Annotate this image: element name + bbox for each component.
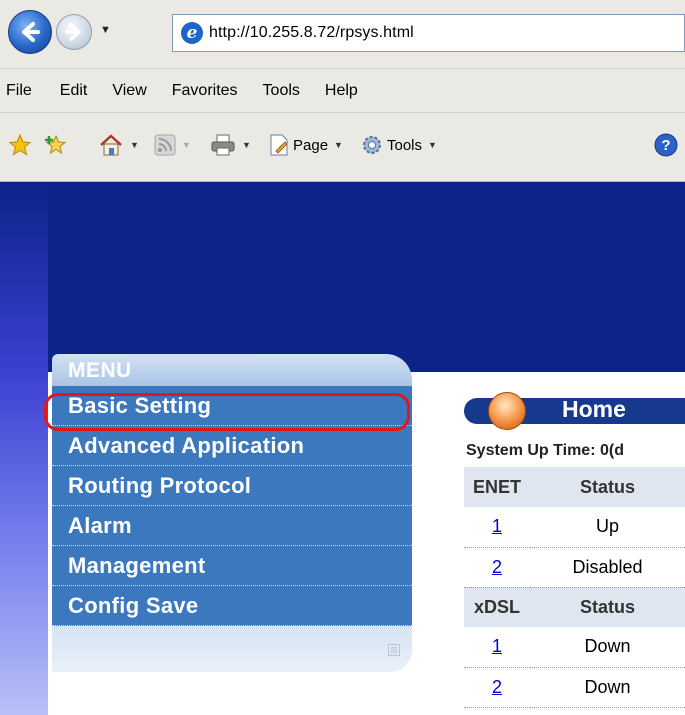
feeds-button[interactable]: ▼: [154, 133, 191, 157]
address-url: http://10.255.8.72/rpsys.html: [209, 24, 414, 41]
home-button[interactable]: ▼: [98, 133, 139, 157]
menu-edit[interactable]: Edit: [60, 82, 88, 100]
recent-pages-dropdown[interactable]: ▼: [100, 24, 111, 36]
system-uptime-text: System Up Time: 0(d: [466, 442, 624, 459]
chevron-down-icon[interactable]: ▼: [130, 140, 139, 150]
port-cell: 1: [464, 507, 530, 548]
add-favorite-icon: [45, 134, 67, 155]
menu-header: MENU: [52, 354, 412, 386]
menu-file[interactable]: File: [6, 82, 32, 100]
status-cell: Up: [530, 507, 685, 548]
star-icon: [8, 133, 32, 156]
help-icon: ?: [654, 133, 678, 157]
forward-button[interactable]: [56, 14, 92, 50]
column-header: xDSL: [464, 587, 530, 627]
menu-header-label: MENU: [68, 359, 132, 382]
browser-address-bar-row: ▼ e http://10.255.8.72/rpsys.html: [0, 0, 685, 68]
table-row: 2 Disabled: [464, 547, 685, 588]
side-menu-item-alarm[interactable]: Alarm: [52, 506, 412, 546]
side-menu-item-config-save[interactable]: Config Save: [52, 586, 412, 626]
home-title: Home: [562, 396, 626, 422]
port-cell: 1: [464, 627, 530, 668]
menu-favorites[interactable]: Favorites: [172, 82, 238, 100]
port-link[interactable]: 2: [492, 557, 502, 577]
help-button[interactable]: ?: [654, 133, 678, 157]
side-menu-item-routing-protocol[interactable]: Routing Protocol: [52, 466, 412, 506]
side-menu-item-management[interactable]: Management: [52, 546, 412, 586]
chevron-down-icon[interactable]: ▼: [428, 140, 437, 150]
column-header: Status: [530, 467, 685, 507]
column-header: Status: [530, 587, 685, 627]
orange-orb-icon: [488, 392, 526, 430]
status-cell: Disabled: [530, 547, 685, 588]
enet-status-table: ENET Status 1 Up 2 Disabled xDSL Status …: [464, 467, 685, 708]
menu-help[interactable]: Help: [325, 82, 358, 100]
menu-tools[interactable]: Tools: [263, 82, 300, 100]
port-cell: 2: [464, 547, 530, 588]
print-button[interactable]: ▼: [210, 133, 251, 157]
gear-icon: [363, 136, 381, 154]
tools-menu-button[interactable]: Tools ▼: [360, 133, 437, 157]
port-link[interactable]: 1: [492, 516, 502, 536]
printer-icon: [211, 134, 235, 156]
status-cell: Down: [530, 627, 685, 668]
back-button[interactable]: [8, 10, 52, 54]
tools-menu-label: Tools: [387, 136, 423, 154]
page-banner: [0, 182, 685, 372]
table-row: 1 Down: [464, 627, 685, 668]
menu-view[interactable]: View: [112, 82, 146, 100]
browser-menu-bar: File Edit View Favorites Tools Help: [0, 68, 685, 112]
svg-text:?: ?: [661, 137, 670, 154]
chevron-down-icon[interactable]: ▼: [334, 140, 343, 150]
table-row: 2 Down: [464, 667, 685, 708]
web-page: MENU Basic Setting Advanced Application …: [0, 182, 685, 715]
left-gradient-bar: [0, 182, 48, 715]
table-header-row: xDSL Status: [464, 587, 685, 627]
resize-grip-icon: ⊠: [388, 644, 400, 656]
page-menu-button[interactable]: Page ▼: [268, 133, 343, 157]
port-link[interactable]: 1: [492, 636, 502, 656]
house-icon: [100, 134, 122, 156]
browser-command-bar: ▼ ▼ ▼ Page ▼ Tools ▼ ?: [0, 112, 685, 182]
side-menu-item-advanced-application[interactable]: Advanced Application: [52, 426, 412, 466]
page-icon: [270, 134, 288, 156]
add-favorite-button[interactable]: [44, 133, 68, 157]
chevron-down-icon[interactable]: ▼: [182, 140, 191, 150]
address-field[interactable]: e http://10.255.8.72/rpsys.html: [172, 14, 685, 52]
port-link[interactable]: 2: [492, 677, 502, 697]
chevron-down-icon[interactable]: ▼: [242, 140, 251, 150]
menu-footer: ⊠: [52, 626, 412, 672]
favorites-star-button[interactable]: [8, 133, 32, 157]
table-header-row: ENET Status: [464, 467, 685, 507]
table-row: 1 Up: [464, 507, 685, 548]
arrow-left-icon: [22, 22, 40, 42]
highlight-ring-basic-setting: [44, 393, 410, 431]
status-cell: Down: [530, 667, 685, 708]
port-cell: 2: [464, 667, 530, 708]
page-menu-label: Page: [293, 136, 329, 154]
rss-feed-icon: [154, 134, 176, 156]
ie-page-icon: e: [181, 22, 203, 44]
column-header: ENET: [464, 467, 530, 507]
arrow-right-icon: [65, 23, 81, 41]
